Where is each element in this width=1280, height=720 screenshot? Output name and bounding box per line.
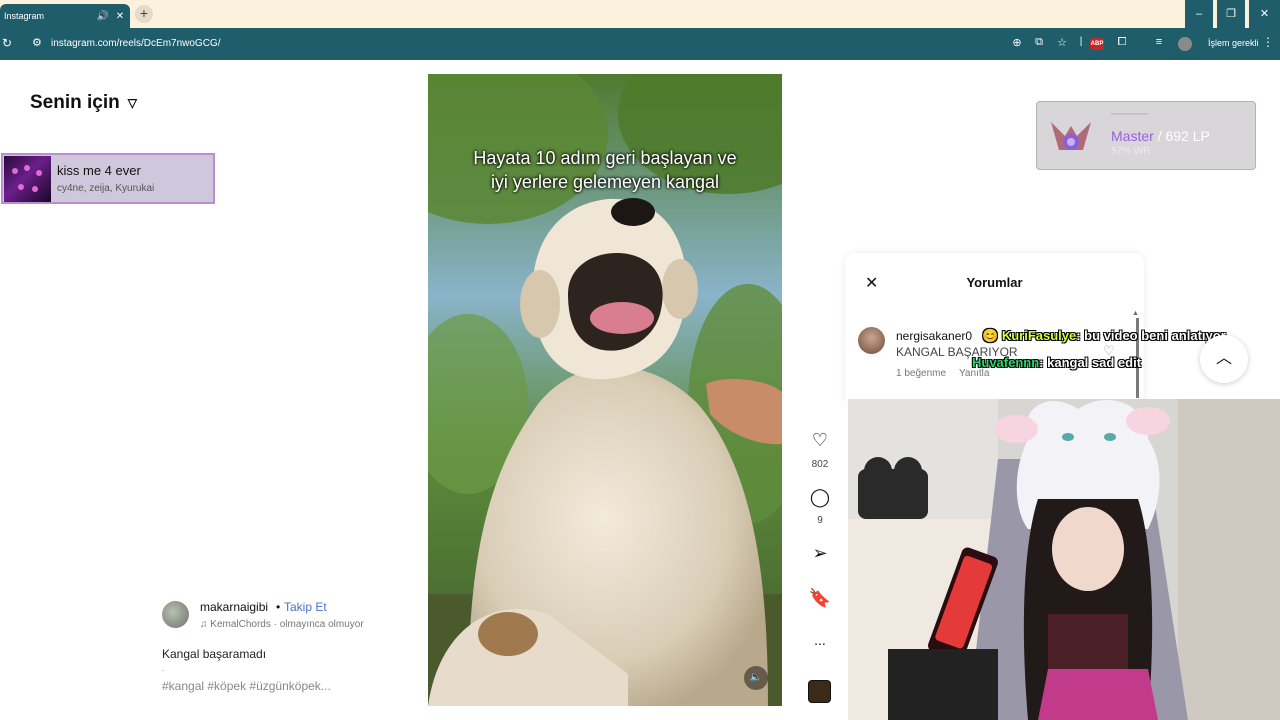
- chat-text: : kangal sad edit: [1039, 355, 1142, 370]
- zoom-icon[interactable]: ⊕: [1009, 36, 1025, 49]
- audio-thumbnail[interactable]: [808, 680, 831, 703]
- rank-tier-line: Master / 692 LP: [1111, 128, 1210, 144]
- master-emblem-icon: [1051, 122, 1091, 150]
- close-window-button[interactable]: ✕: [1249, 0, 1280, 28]
- comment-bubble-icon[interactable]: ◯: [806, 487, 834, 508]
- webcam-frame: [848, 399, 1280, 720]
- restore-button[interactable]: ❐: [1217, 0, 1245, 28]
- chat-username: Huvafennn: [972, 355, 1040, 370]
- caption-more: .: [162, 664, 165, 673]
- chat-text: : bu video beni anlatıyor: [1076, 328, 1226, 343]
- feed-title: Senin için: [30, 92, 120, 113]
- more-options-icon[interactable]: ...: [806, 632, 834, 648]
- song-title: kiss me 4 ever: [57, 163, 141, 178]
- mute-button[interactable]: 🔈: [744, 666, 768, 690]
- video-overlay-caption: Hayata 10 adım geri başlayan ve iyi yerl…: [428, 146, 782, 194]
- rank-overlay: ▔▔▔▔▔▔ Master / 692 LP 57% WR: [1036, 101, 1256, 170]
- chat-message: 😊 KuriFasulye: bu video beni anlatıyor: [982, 328, 1226, 344]
- like-heart-icon[interactable]: ♡: [806, 430, 834, 451]
- now-playing-widget: kiss me 4 ever cy4ne, zeija, Kyurukai: [1, 153, 215, 204]
- author-separator: •: [276, 600, 281, 614]
- minimize-button[interactable]: –: [1185, 0, 1213, 28]
- rank-header-faint: ▔▔▔▔▔▔: [1111, 114, 1148, 123]
- follow-button[interactable]: Takip Et: [284, 600, 327, 614]
- audio-track-label: KemalChords · olmayınca olmuyor: [210, 619, 364, 630]
- scroll-up-button[interactable]: ︿: [1200, 335, 1248, 383]
- scroll-up-arrow-icon[interactable]: ▲: [1132, 310, 1139, 317]
- rank-winrate: 57% WR: [1111, 146, 1151, 157]
- address-bar: ↻ ⚙ instagram.com/reels/DcEm7nwoGCG/ ⊕ ⧉…: [0, 28, 1280, 60]
- url-field[interactable]: instagram.com/reels/DcEm7nwoGCG/: [51, 38, 221, 49]
- reload-icon[interactable]: ↻: [2, 36, 12, 50]
- feed-selector[interactable]: Senin için ▽: [30, 92, 137, 114]
- streamer-webcam: [848, 399, 1280, 720]
- action-required-label[interactable]: İşlem gerekli: [1208, 38, 1259, 48]
- cast-icon[interactable]: ⧉: [1031, 36, 1047, 49]
- song-artists: cy4ne, zeija, Kyurukai: [57, 183, 155, 194]
- reel-hashtags[interactable]: #kangal #köpek #üzgünköpek...: [162, 679, 331, 693]
- tab-instagram[interactable]: Instagram 🔊 ✕: [0, 4, 130, 28]
- comment-username[interactable]: nergisakaner0: [896, 329, 972, 343]
- music-note-icon: ♫: [200, 619, 211, 630]
- browser-menu-icon[interactable]: ⋮: [1262, 35, 1274, 49]
- comment-like-count[interactable]: 1 beğenme: [896, 368, 946, 379]
- rank-lp: 692 LP: [1165, 128, 1210, 144]
- author-avatar[interactable]: [162, 601, 189, 628]
- rank-separator: /: [1157, 128, 1162, 144]
- rank-tier: Master: [1111, 128, 1154, 144]
- comment-count: 9: [817, 515, 823, 526]
- commenter-avatar[interactable]: [858, 327, 885, 354]
- comments-title: Yorumlar: [966, 275, 1023, 290]
- tab-strip: Instagram 🔊 ✕ + – ❐ ✕: [0, 0, 1280, 28]
- like-count: 802: [811, 459, 829, 470]
- album-art: [4, 156, 51, 202]
- bookmark-star-icon[interactable]: ☆: [1054, 36, 1070, 49]
- toolbar-divider: |: [1079, 36, 1083, 47]
- new-tab-button[interactable]: +: [135, 5, 153, 23]
- save-bookmark-icon[interactable]: 🔖: [806, 588, 834, 609]
- reel-video[interactable]: Hayata 10 adım geri başlayan ve iyi yerl…: [428, 74, 782, 706]
- author-name[interactable]: makarnaigibi: [200, 600, 268, 614]
- audio-track[interactable]: ♫ KemalChords · olmayınca olmuyor: [200, 619, 364, 630]
- reel-caption: Kangal başaramadı: [162, 647, 267, 661]
- close-tab-icon[interactable]: ✕: [113, 11, 127, 22]
- chat-username: KuriFasulye: [1001, 328, 1077, 343]
- chevron-down-icon: ▽: [127, 96, 137, 110]
- site-settings-icon[interactable]: ⚙: [32, 36, 42, 49]
- profile-avatar[interactable]: [1178, 37, 1192, 51]
- overlay-line-1: Hayata 10 adım geri başlayan ve: [473, 148, 737, 168]
- tab-title: Instagram: [4, 11, 45, 21]
- chat-emote-icon: 😊: [982, 328, 1002, 343]
- share-send-icon[interactable]: ➢: [806, 543, 834, 564]
- adblock-icon[interactable]: ABP: [1090, 38, 1104, 50]
- extensions-icon[interactable]: ⧠: [1114, 36, 1130, 49]
- overlay-line-2: iyi yerlere gelemeyen kangal: [490, 172, 720, 192]
- chat-message: Huvafennn: kangal sad edit: [972, 355, 1141, 370]
- speaker-icon[interactable]: 🔊: [96, 11, 110, 22]
- reading-list-icon[interactable]: ≡: [1151, 36, 1167, 48]
